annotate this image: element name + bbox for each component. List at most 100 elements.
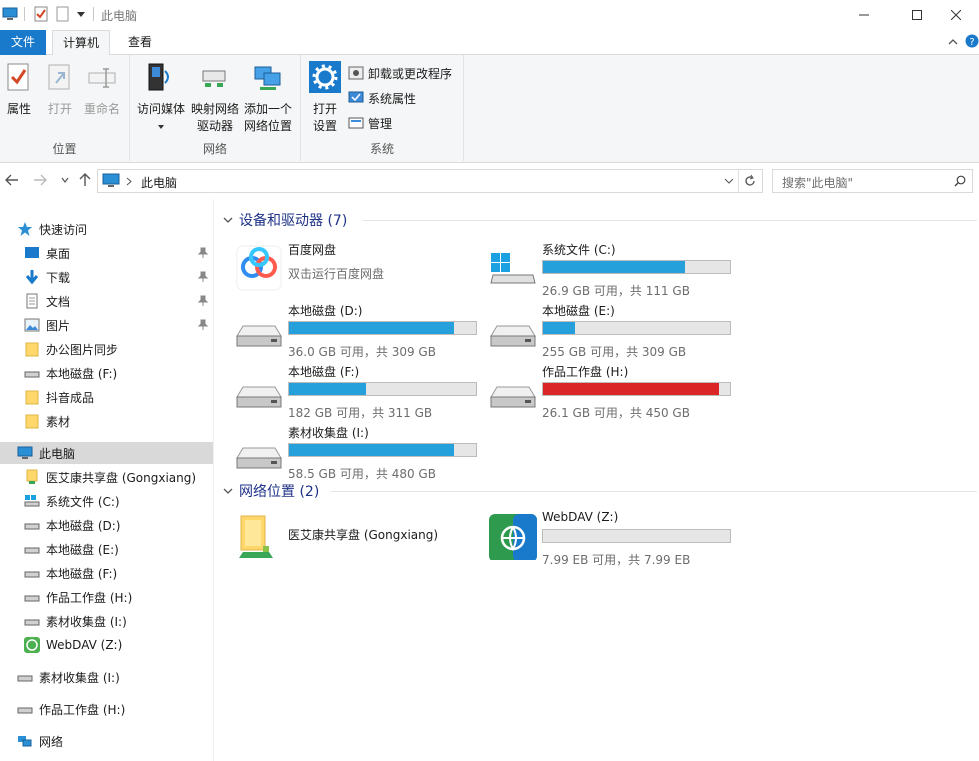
chevron-down-icon[interactable] xyxy=(724,177,734,185)
group-label-network: 网络 xyxy=(202,142,227,156)
search-icon[interactable] xyxy=(954,175,966,187)
usage-bar xyxy=(542,260,731,274)
drive-icon xyxy=(490,386,536,408)
drive-icon xyxy=(24,371,40,378)
baidu-netdisk-tile[interactable]: 百度网盘 双击运行百度网盘 xyxy=(235,241,485,295)
collapse-ribbon-icon[interactable] xyxy=(947,36,959,48)
windows-drive-icon xyxy=(490,253,536,284)
nav-pc-item[interactable]: 医艾康共享盘 (Gongxiang) xyxy=(0,466,213,488)
nav-pc-item[interactable]: 作品工作盘 (H:) xyxy=(0,586,213,608)
pin-icon[interactable] xyxy=(198,295,208,307)
properties-quick-icon[interactable] xyxy=(33,6,49,22)
refresh-icon[interactable] xyxy=(743,174,757,188)
rename-button[interactable]: 重命名 xyxy=(82,61,122,118)
search-box[interactable]: 搜索"此电脑" xyxy=(772,169,973,193)
drive-icon xyxy=(24,547,40,554)
usage-bar xyxy=(288,382,477,396)
usage-fill xyxy=(543,261,686,273)
nav-label: 文档 xyxy=(46,294,71,309)
usage-bar xyxy=(542,321,731,335)
nav-quick-item[interactable]: 素材 xyxy=(0,410,213,432)
nav-pc-item[interactable]: WebDAV (Z:) xyxy=(0,634,213,656)
tile-info: 182 GB 可用，共 311 GB xyxy=(288,406,433,420)
group-label-location: 位置 xyxy=(52,142,77,156)
nav-label: 此电脑 xyxy=(39,446,76,461)
drive-tile-d[interactable]: 本地磁盘 (D:) 36.0 GB 可用，共 309 GB xyxy=(235,302,485,359)
uninstall-program-button[interactable]: 卸载或更改程序 xyxy=(348,63,452,83)
nav-quick-item[interactable]: 办公图片同步 xyxy=(0,338,213,360)
nav-pc-item[interactable]: 系统文件 (C:) xyxy=(0,490,213,512)
access-media-label: 访问媒体 xyxy=(136,102,185,116)
nav-pc-item[interactable]: 本地磁盘 (D:) xyxy=(0,514,213,536)
nav-pc-item[interactable]: 本地磁盘 (E:) xyxy=(0,538,213,560)
pictures-icon xyxy=(24,318,40,332)
download-icon xyxy=(25,270,39,285)
nav-label: 素材 xyxy=(46,414,71,429)
nav-label: 作品工作盘 (H:) xyxy=(39,702,126,717)
nav-pc-item[interactable]: 素材收集盘 (I:) xyxy=(0,610,213,632)
nav-quick-item[interactable]: 抖音成品 xyxy=(0,386,213,408)
add-network-location-button[interactable]: 添加一个 网络位置 xyxy=(242,61,294,135)
ribbon-group-system: 打开 设置 卸载或更改程序 系统属性 管理 系统 xyxy=(301,55,464,161)
chevron-right-icon[interactable] xyxy=(125,177,133,186)
nav-quick-item[interactable]: 下载 xyxy=(0,266,213,288)
nav-quick-item[interactable]: 本地磁盘 (F:) xyxy=(0,362,213,384)
devices-section-header[interactable]: 设备和驱动器 (7) xyxy=(223,210,347,230)
tile-name: 素材收集盘 (I:) xyxy=(288,426,369,440)
ribbon-group-location: 属性 打开 重命名 位置 xyxy=(0,55,130,161)
new-folder-quick-icon[interactable] xyxy=(55,6,71,22)
nav-label: 本地磁盘 (F:) xyxy=(46,566,118,581)
nav-quick-item[interactable]: 文档 xyxy=(0,290,213,312)
drive-tile-i[interactable]: 素材收集盘 (I:) 58.5 GB 可用，共 480 GB xyxy=(235,424,485,481)
chevron-down-icon xyxy=(223,217,233,223)
usage-fill xyxy=(289,444,454,456)
pin-icon[interactable] xyxy=(198,271,208,283)
tab-computer[interactable]: 计算机 xyxy=(52,30,110,56)
open-button[interactable]: 打开 xyxy=(44,61,76,118)
usage-bar xyxy=(542,529,731,543)
nav-network[interactable]: 网络 xyxy=(0,730,213,752)
nav-quick-access[interactable]: 快速访问 xyxy=(0,218,213,240)
tile-info: 58.5 GB 可用，共 480 GB xyxy=(288,467,436,481)
nav-quick-item[interactable]: 桌面 xyxy=(0,242,213,264)
network-tile-webdav[interactable]: WebDAV (Z:) 7.99 EB 可用，共 7.99 EB xyxy=(489,510,739,567)
pin-icon[interactable] xyxy=(198,247,208,259)
drive-icon xyxy=(490,325,536,347)
network-section-header[interactable]: 网络位置 (2) xyxy=(223,481,319,501)
nav-label: 医艾康共享盘 (Gongxiang) xyxy=(46,470,197,485)
folder-icon xyxy=(25,414,39,429)
map-network-drive-button[interactable]: 映射网络 驱动器 xyxy=(190,61,240,135)
chevron-down-icon[interactable] xyxy=(73,6,89,22)
system-properties-button[interactable]: 系统属性 xyxy=(348,88,416,108)
close-button[interactable] xyxy=(933,0,979,30)
help-icon[interactable]: ? xyxy=(965,34,979,48)
tile-name: 医艾康共享盘 (Gongxiang) xyxy=(288,528,439,542)
manage-button[interactable]: 管理 xyxy=(348,113,392,133)
properties-button[interactable]: 属性 xyxy=(3,61,35,118)
drive-tile-f[interactable]: 本地磁盘 (F:) 182 GB 可用，共 311 GB xyxy=(235,363,485,420)
up-button[interactable] xyxy=(76,171,94,189)
nav-root-item[interactable]: 素材收集盘 (I:) xyxy=(0,666,213,688)
tab-file[interactable]: 文件 xyxy=(0,30,46,55)
drive-tile-e[interactable]: 本地磁盘 (E:) 255 GB 可用，共 309 GB xyxy=(489,302,739,359)
nav-quick-item[interactable]: 图片 xyxy=(0,314,213,336)
pin-icon[interactable] xyxy=(198,319,208,331)
usage-bar xyxy=(288,443,477,457)
open-settings-button[interactable]: 打开 设置 xyxy=(308,61,342,135)
address-bar[interactable]: 此电脑 xyxy=(97,169,763,193)
network-tile-gongxiang[interactable]: 医艾康共享盘 (Gongxiang) xyxy=(235,510,485,564)
nav-label: 本地磁盘 (D:) xyxy=(46,518,121,533)
drive-tile-h[interactable]: 作品工作盘 (H:) 26.1 GB 可用，共 450 GB xyxy=(489,363,739,420)
folder-icon xyxy=(25,342,39,357)
recent-locations-button[interactable] xyxy=(56,171,74,189)
nav-this-pc[interactable]: 此电脑 xyxy=(0,442,213,464)
drive-tile-c[interactable]: 系统文件 (C:) 26.9 GB 可用，共 111 GB xyxy=(489,241,739,298)
access-media-button[interactable]: 访问媒体 xyxy=(136,61,186,135)
tab-view[interactable]: 查看 xyxy=(117,30,163,55)
minimize-button[interactable] xyxy=(841,0,887,30)
nav-pc-item[interactable]: 本地磁盘 (F:) xyxy=(0,562,213,584)
forward-button[interactable] xyxy=(31,171,49,189)
computer-icon[interactable] xyxy=(2,6,18,22)
back-button[interactable] xyxy=(3,171,21,189)
nav-root-item[interactable]: 作品工作盘 (H:) xyxy=(0,698,213,720)
